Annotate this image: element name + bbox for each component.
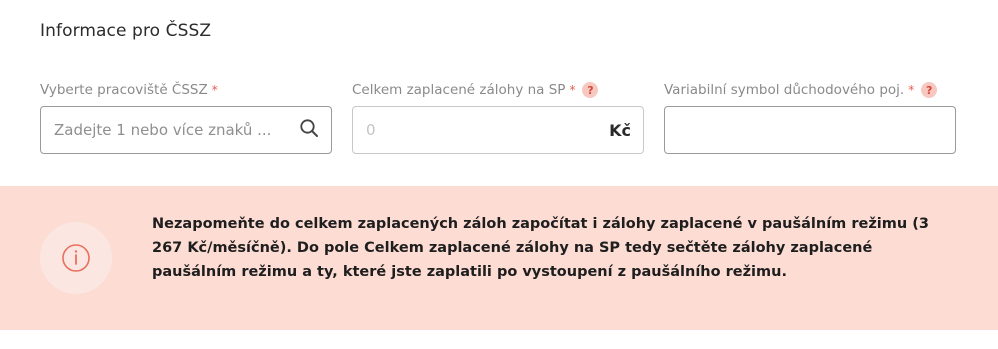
workplace-field: Vyberte pracoviště ČSSZ * Zadejte 1 nebo… — [40, 80, 332, 154]
advances-label: Celkem zaplacené zálohy na SP * ? — [352, 80, 644, 100]
variable-symbol-input[interactable] — [664, 106, 956, 154]
advances-input[interactable]: 0 Kč — [352, 106, 644, 154]
info-alert: Nezapomeňte do celkem zaplacených záloh … — [0, 186, 998, 330]
advances-label-text: Celkem zaplacené zálohy na SP — [352, 82, 566, 98]
info-icon — [40, 222, 112, 294]
help-icon[interactable]: ? — [582, 82, 599, 98]
alert-message: Nezapomeňte do celkem zaplacených záloh … — [152, 216, 929, 280]
advances-value: 0 — [366, 121, 376, 139]
workplace-placeholder: Zadejte 1 nebo více znaků ... — [54, 121, 272, 139]
variable-symbol-field: Variabilní symbol důchodového poj. * ? — [664, 80, 956, 154]
workplace-label: Vyberte pracoviště ČSSZ * — [40, 80, 332, 100]
variable-symbol-label-text: Variabilní symbol důchodového poj. — [664, 82, 905, 98]
workplace-search-input[interactable]: Zadejte 1 nebo více znaků ... — [40, 106, 332, 154]
required-mark: * — [569, 83, 576, 97]
variable-symbol-label: Variabilní symbol důchodového poj. * ? — [664, 80, 956, 100]
workplace-label-text: Vyberte pracoviště ČSSZ — [40, 82, 208, 98]
required-mark: * — [211, 83, 218, 97]
section-title: Informace pro ČSSZ — [40, 21, 212, 41]
help-icon[interactable]: ? — [921, 82, 938, 98]
required-mark: * — [908, 83, 915, 97]
currency-suffix: Kč — [609, 120, 631, 140]
search-icon[interactable] — [299, 118, 319, 142]
advances-field: Celkem zaplacené zálohy na SP * ? 0 Kč — [352, 80, 644, 154]
